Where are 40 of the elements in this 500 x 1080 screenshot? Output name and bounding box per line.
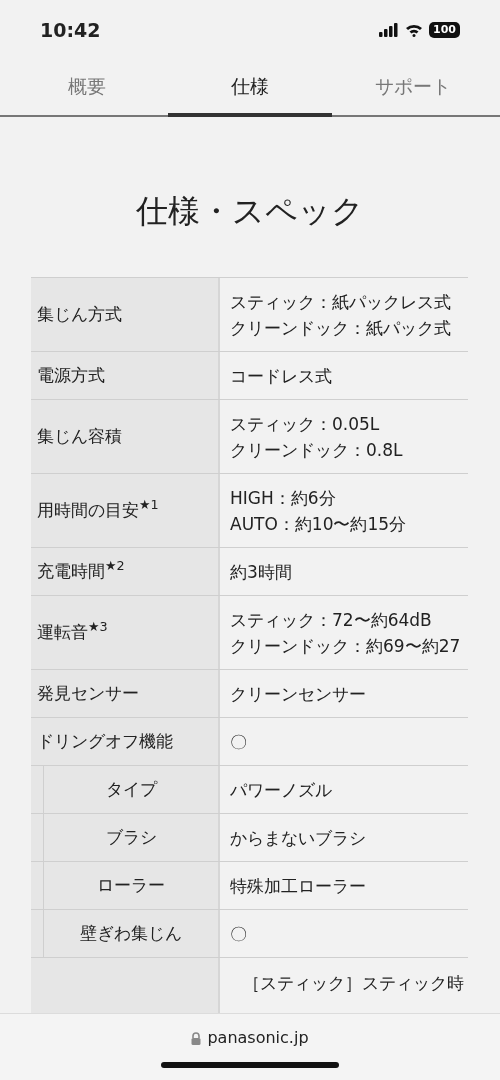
- spec-label: 用時間の目安$^{★1}$: [37, 497, 159, 522]
- spec-value: からまないブラシ: [230, 826, 367, 850]
- spec-label: タイプ: [104, 777, 159, 801]
- spec-value: クリーンセンサー: [230, 682, 367, 706]
- spec-value: 特殊加工ローラー: [230, 874, 367, 898]
- spec-value: ［スティック］スティック時: [243, 972, 464, 995]
- battery-indicator: 100: [429, 22, 460, 38]
- spec-value: AUTO：約10〜約15分: [230, 512, 408, 536]
- home-indicator[interactable]: [161, 1062, 339, 1068]
- spec-value: 〇: [230, 922, 248, 946]
- spec-label: 集じん方式: [37, 302, 122, 326]
- spec-value: コードレス式: [230, 364, 333, 388]
- spec-value: スティック：0.05L: [230, 412, 381, 436]
- spec-value: 約3時間: [230, 560, 293, 584]
- spec-value: 〇: [230, 730, 248, 754]
- spec-value: スティック：紙パックレス式: [230, 290, 452, 314]
- tab[interactable]: 仕様: [168, 60, 332, 117]
- status-time: 10:42: [40, 17, 101, 43]
- spec-value: スティック：72〜約64dB: [230, 608, 433, 632]
- tab[interactable]: サポート: [331, 60, 495, 117]
- spec-label: 発見センサー: [37, 681, 139, 705]
- spec-value: HIGH：約6分: [230, 486, 337, 510]
- page-title: 仕様・スペック: [135, 191, 365, 232]
- lock-icon: [191, 1031, 202, 1045]
- spec-value: パワーノズル: [230, 778, 333, 802]
- signal-icon: [379, 23, 400, 37]
- spec-value: クリーンドック：0.8L: [230, 438, 404, 462]
- url-text[interactable]: panasonic.jp: [207, 1026, 309, 1050]
- spec-label: 電源方式: [37, 363, 105, 387]
- spec-label: 壁ぎわ集じん: [79, 921, 183, 945]
- spec-label: 運転音$^{★3}$: [37, 619, 108, 644]
- spec-label: 充電時間$^{★2}$: [37, 558, 125, 583]
- spec-value: クリーンドック：紙パック式: [230, 316, 452, 340]
- wifi-icon: [405, 23, 424, 37]
- tab[interactable]: 概要: [5, 60, 169, 117]
- spec-label: 集じん容積: [37, 424, 122, 448]
- spec-label: ドリングオフ機能: [37, 729, 173, 753]
- spec-label: ローラー: [96, 873, 166, 897]
- spec-label: ブラシ: [104, 825, 158, 849]
- spec-value: クリーンドック：約69〜約27: [230, 634, 462, 658]
